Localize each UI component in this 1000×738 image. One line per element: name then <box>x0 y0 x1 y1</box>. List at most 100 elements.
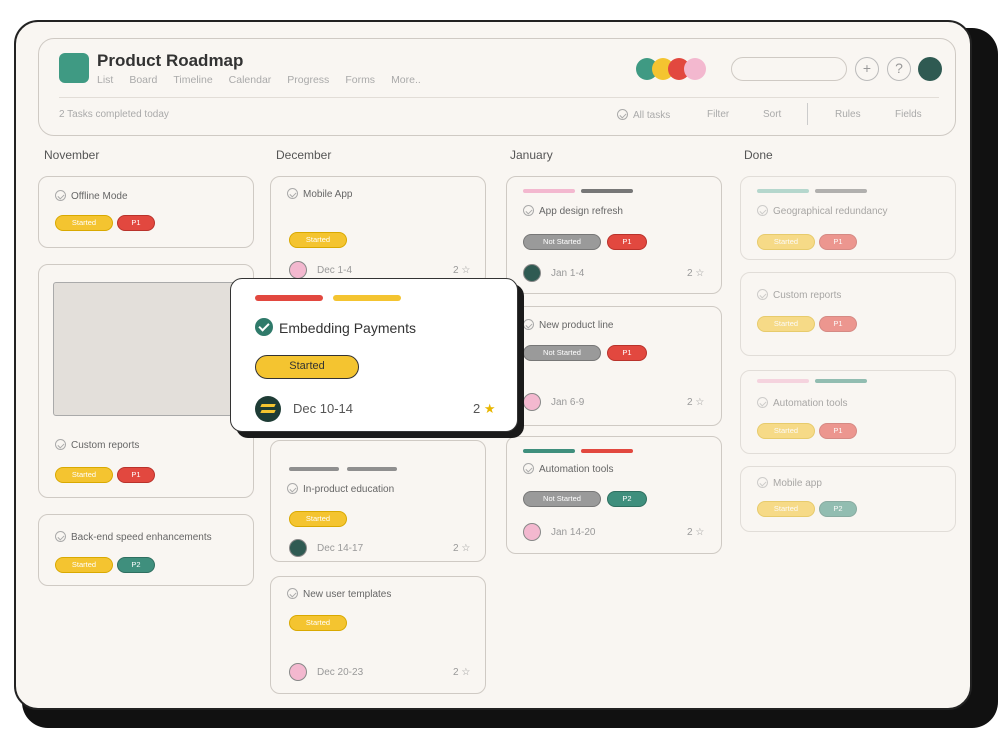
add-icon[interactable]: + <box>855 57 879 81</box>
task-title: Offline Mode <box>55 190 128 202</box>
priority-badge[interactable]: P1 <box>117 467 155 483</box>
task-card[interactable]: Automation tools Not Started P2 Jan 14-2… <box>506 436 722 554</box>
priority-badge[interactable]: P1 <box>607 345 647 361</box>
assignee-avatar[interactable] <box>523 264 541 282</box>
star-count[interactable]: 2 ☆ <box>453 667 470 678</box>
assignee-avatar[interactable] <box>289 663 307 681</box>
priority-badge[interactable]: P1 <box>117 215 155 231</box>
task-card[interactable]: New user templates Started Dec 20-23 2 ☆ <box>270 576 486 694</box>
priority-badge[interactable]: P2 <box>819 501 857 517</box>
tab-calendar[interactable]: Calendar <box>229 74 272 86</box>
completed-status: 2 Tasks completed today <box>59 109 169 120</box>
view-tabs: List Board Timeline Calendar Progress Fo… <box>97 74 421 86</box>
label-bar <box>347 467 397 471</box>
star-count[interactable]: 2 ☆ <box>453 543 470 554</box>
priority-badge[interactable]: P2 <box>607 491 647 507</box>
star-count-value: 2 <box>473 401 481 416</box>
task-card[interactable]: Mobile app Started P2 <box>740 466 956 532</box>
label-bar <box>581 449 633 453</box>
status-badge[interactable]: Started <box>757 234 815 250</box>
priority-badge[interactable]: P1 <box>819 316 857 332</box>
task-card[interactable]: Custom reports Started P1 <box>38 264 254 498</box>
tab-more[interactable]: More.. <box>391 74 421 86</box>
star-count[interactable]: 2 ☆ <box>687 527 704 538</box>
status-badge[interactable]: Started <box>757 316 815 332</box>
label-bar <box>523 449 575 453</box>
status-badge[interactable]: Started <box>55 467 113 483</box>
label-bar <box>333 295 401 301</box>
tab-board[interactable]: Board <box>129 74 157 86</box>
status-badge[interactable]: Not Started <box>523 234 601 250</box>
assignee-avatar[interactable] <box>289 539 307 557</box>
task-card[interactable]: Back-end speed enhancements Started P2 <box>38 514 254 586</box>
label-bar <box>815 189 867 193</box>
status-badge[interactable]: Started <box>55 557 113 573</box>
tab-progress[interactable]: Progress <box>287 74 329 86</box>
due-date: Dec 10-14 <box>293 401 353 416</box>
status-badge[interactable]: Not Started <box>523 491 601 507</box>
status-badge[interactable]: Started <box>55 215 113 231</box>
task-card[interactable]: App design refresh Not Started P1 Jan 1-… <box>506 176 722 294</box>
fields-button[interactable]: Fields <box>895 109 922 120</box>
status-badge[interactable]: Started <box>255 355 359 379</box>
check-icon <box>287 188 298 199</box>
all-tasks-button[interactable]: All tasks <box>617 109 670 121</box>
task-card[interactable]: Automation tools Started P1 <box>740 370 956 454</box>
star-icon: ★ <box>483 401 496 416</box>
status-badge[interactable]: Started <box>757 501 815 517</box>
card-image-placeholder <box>53 282 241 416</box>
sort-button[interactable]: Sort <box>763 109 781 120</box>
assignee-avatar[interactable] <box>255 396 281 422</box>
label-bar <box>523 189 575 193</box>
task-title: Custom reports <box>757 289 841 301</box>
star-count[interactable]: 2 ☆ <box>687 397 704 408</box>
label-bar <box>815 379 867 383</box>
header: Product Roadmap List Board Timeline Cale… <box>38 38 956 136</box>
task-card[interactable]: Geographical redundancy Started P1 <box>740 176 956 260</box>
search-input[interactable] <box>731 57 847 81</box>
due-date: Dec 20-23 <box>317 667 364 678</box>
task-title: Back-end speed enhancements <box>55 531 212 543</box>
star-count[interactable]: 2 ★ <box>473 401 496 417</box>
status-badge[interactable]: Started <box>289 511 347 527</box>
status-badge[interactable]: Not Started <box>523 345 601 361</box>
task-card[interactable]: Custom reports Started P1 <box>740 272 956 356</box>
task-card[interactable]: Mobile App Started Dec 1-4 2 ☆ <box>270 176 486 286</box>
status-badge[interactable]: Started <box>289 232 347 248</box>
assignee-avatar[interactable] <box>523 393 541 411</box>
priority-badge[interactable]: P1 <box>819 234 857 250</box>
label-bar <box>757 189 809 193</box>
check-icon <box>287 483 298 494</box>
task-card[interactable]: In-product education Started Dec 14-17 2… <box>270 440 486 562</box>
star-count[interactable]: 2 ☆ <box>453 265 470 276</box>
due-date: Dec 1-4 <box>317 265 353 276</box>
tab-forms[interactable]: Forms <box>345 74 375 86</box>
user-avatar[interactable] <box>918 57 942 81</box>
check-icon <box>757 477 768 488</box>
due-date: Jan 1-4 <box>551 268 585 279</box>
tab-timeline[interactable]: Timeline <box>173 74 212 86</box>
dragged-task-card[interactable]: Embedding Payments Started Dec 10-14 2 ★ <box>230 278 518 432</box>
page-title: Product Roadmap <box>97 51 244 70</box>
assignee-avatar[interactable] <box>523 523 541 541</box>
task-title: App design refresh <box>523 205 623 217</box>
rules-button[interactable]: Rules <box>835 109 861 120</box>
collaborator-avatars[interactable] <box>636 58 706 80</box>
assignee-avatar[interactable] <box>289 261 307 279</box>
task-card[interactable]: New product line Not Started P1 Jan 6-9 … <box>506 306 722 426</box>
tab-list[interactable]: List <box>97 74 113 86</box>
help-icon[interactable]: ? <box>887 57 911 81</box>
due-date: Jan 14-20 <box>551 527 596 538</box>
filter-button[interactable]: Filter <box>707 109 729 120</box>
task-title: Automation tools <box>757 397 848 409</box>
star-count[interactable]: 2 ☆ <box>687 268 704 279</box>
status-badge[interactable]: Started <box>757 423 815 439</box>
priority-badge[interactable]: P2 <box>117 557 155 573</box>
priority-badge[interactable]: P1 <box>607 234 647 250</box>
task-card[interactable]: Offline Mode Started P1 <box>38 176 254 248</box>
priority-badge[interactable]: P1 <box>819 423 857 439</box>
checked-icon[interactable] <box>255 318 273 336</box>
check-icon <box>55 531 66 542</box>
status-badge[interactable]: Started <box>289 615 347 631</box>
header-divider <box>59 97 939 98</box>
